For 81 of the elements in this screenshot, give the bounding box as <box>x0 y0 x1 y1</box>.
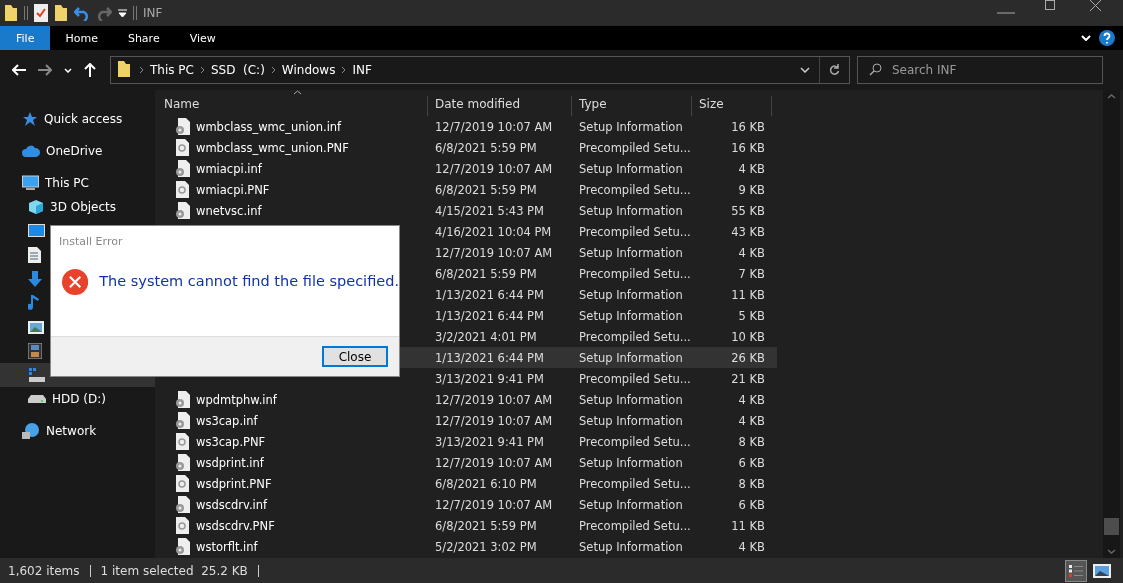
type-cell-text: Precompiled Setu... <box>578 371 692 386</box>
error-message: The system cannot find the file specified. <box>99 272 399 289</box>
type-cell-text: Setup Information <box>578 308 684 323</box>
file-name: wsdscdrv.PNF <box>196 518 275 533</box>
size-cell-text: 26 KB <box>730 350 766 365</box>
size-cell-text: 4 KB <box>737 539 766 554</box>
date-cell-text: 6/8/2021 5:59 PM <box>434 266 538 281</box>
date-cell-text: 12/7/2019 10:07 AM <box>434 497 554 512</box>
date-cell-text: 4/16/2021 10:04 PM <box>434 224 553 239</box>
selection-info: 1 item selected 25.2 KB <box>100 563 248 578</box>
type-cell-text: Setup Information <box>578 539 684 554</box>
size-cell-text: 4 KB <box>737 245 766 260</box>
dialog-title: Install Error <box>58 234 124 248</box>
date-cell-text: 3/13/2021 9:41 PM <box>434 371 545 386</box>
type-cell-text: Setup Information <box>578 413 684 428</box>
size-cell-text: 21 KB <box>730 371 766 386</box>
file-name: wmiacpi.inf <box>196 161 262 176</box>
file-name: ws3cap.PNF <box>196 434 266 449</box>
size-cell-text: 6 KB <box>737 497 766 512</box>
file-name: wmbclass_wmc_union.inf <box>196 119 342 134</box>
file-name: wmiacpi.PNF <box>196 182 270 197</box>
type-cell-text: Setup Information <box>578 119 684 134</box>
file-name: wpdmtphw.inf <box>196 392 277 407</box>
file-name: wsdprint.inf <box>196 455 264 470</box>
date-cell-text: 12/7/2019 10:07 AM <box>434 119 554 134</box>
size-cell-text: 4 KB <box>737 413 766 428</box>
size-cell-text: 16 KB <box>730 140 766 155</box>
type-cell-text: Precompiled Setu... <box>578 224 692 239</box>
type-cell-text: Setup Information <box>578 161 684 176</box>
date-cell-text: 12/7/2019 10:07 AM <box>434 455 554 470</box>
date-cell-text: 6/8/2021 5:59 PM <box>434 182 538 197</box>
type-cell-text: Precompiled Setu... <box>578 518 692 533</box>
date-cell-text: 6/8/2021 6:10 PM <box>434 476 538 491</box>
date-cell-text: 3/2/2021 4:01 PM <box>434 329 538 344</box>
type-cell-text: Precompiled Setu... <box>578 329 692 344</box>
size-cell-text: 4 KB <box>737 161 766 176</box>
type-cell-text: Setup Information <box>578 455 684 470</box>
size-cell-text: 7 KB <box>737 266 766 281</box>
date-cell-text: 6/8/2021 5:59 PM <box>434 518 538 533</box>
date-cell-text: 4/15/2021 5:43 PM <box>434 203 545 218</box>
size-cell-text: 6 KB <box>737 455 766 470</box>
type-cell-text: Precompiled Setu... <box>578 266 692 281</box>
type-cell-text: Precompiled Setu... <box>578 140 692 155</box>
date-cell-text: 6/8/2021 5:59 PM <box>434 140 538 155</box>
size-cell-text: 11 KB <box>730 287 766 302</box>
file-name: wmbclass_wmc_union.PNF <box>196 140 349 155</box>
size-cell-text: 4 KB <box>737 392 766 407</box>
date-cell-text: 5/2/2021 3:02 PM <box>434 539 538 554</box>
size-cell-text: 9 KB <box>737 182 766 197</box>
file-name: wstorflt.inf <box>196 539 258 554</box>
date-cell-text: 1/13/2021 6:44 PM <box>434 350 545 365</box>
type-cell-text: Setup Information <box>578 203 684 218</box>
size-cell-text: 55 KB <box>730 203 766 218</box>
size-cell-text: 43 KB <box>730 224 766 239</box>
size-cell-text: 11 KB <box>730 518 766 533</box>
type-cell-text: Setup Information <box>578 350 684 365</box>
type-cell-text: Setup Information <box>578 245 684 260</box>
size-cell-text: 5 KB <box>737 308 766 323</box>
file-name: ws3cap.inf <box>196 413 258 428</box>
type-cell-text: Precompiled Setu... <box>578 476 692 491</box>
file-name: wsdscdrv.inf <box>196 497 268 512</box>
date-cell-text: 1/13/2021 6:44 PM <box>434 308 545 323</box>
type-cell-text: Precompiled Setu... <box>578 182 692 197</box>
date-cell-text: 12/7/2019 10:07 AM <box>434 413 554 428</box>
size-cell-text: 10 KB <box>730 329 766 344</box>
type-cell-text: Setup Information <box>578 497 684 512</box>
date-cell-text: 12/7/2019 10:07 AM <box>434 161 554 176</box>
item-count: 1,602 items <box>8 563 80 578</box>
date-cell-text: 12/7/2019 10:07 AM <box>434 392 554 407</box>
file-name: wsdprint.PNF <box>196 476 272 491</box>
date-cell-text: 1/13/2021 6:44 PM <box>434 287 545 302</box>
size-cell-text: 8 KB <box>737 434 766 449</box>
type-cell-text: Setup Information <box>578 392 684 407</box>
size-cell-text: 8 KB <box>737 476 766 491</box>
file-name: wnetvsc.inf <box>196 203 262 218</box>
window-title: INF <box>143 6 163 20</box>
date-cell-text: 3/13/2021 9:41 PM <box>434 434 545 449</box>
size-cell-text: 16 KB <box>730 119 766 134</box>
type-cell-text: Precompiled Setu... <box>578 434 692 449</box>
type-cell-text: Setup Information <box>578 287 684 302</box>
date-cell-text: 12/7/2019 10:07 AM <box>434 245 554 260</box>
